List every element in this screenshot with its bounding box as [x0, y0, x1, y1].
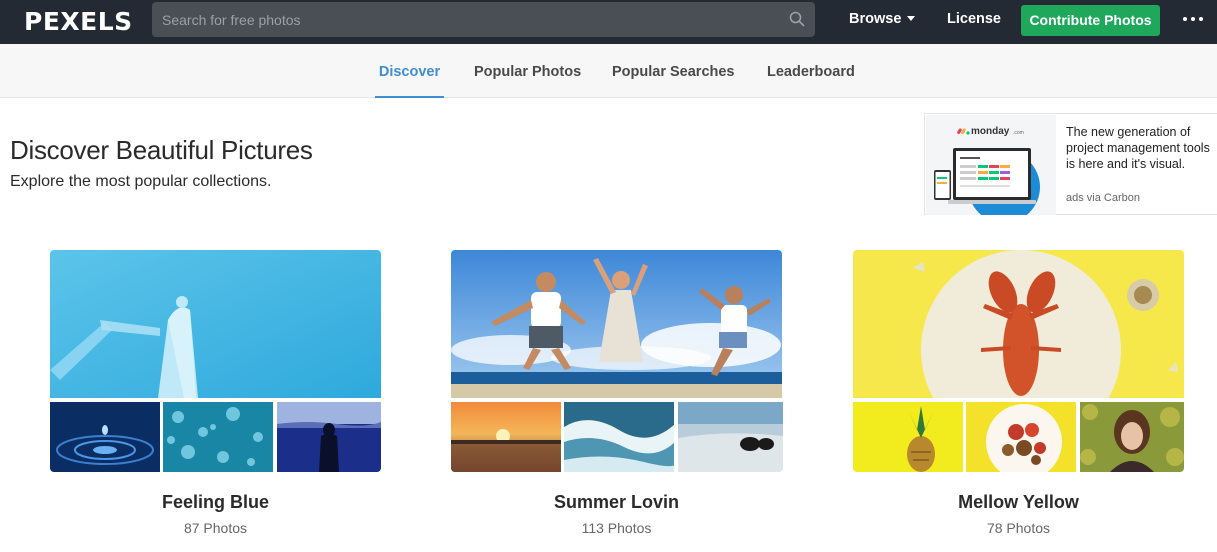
- collection-thumb[interactable]: [853, 402, 963, 472]
- collection-thumb[interactable]: [564, 402, 674, 472]
- tab-popular-photos[interactable]: Popular Photos: [474, 44, 581, 98]
- svg-text:.com: .com: [1013, 130, 1024, 136]
- search-input[interactable]: [152, 2, 782, 37]
- collection-cover-image[interactable]: [853, 250, 1184, 398]
- collection-thumb[interactable]: [678, 402, 783, 472]
- search-icon[interactable]: [789, 11, 805, 27]
- collection-thumb[interactable]: [451, 402, 561, 472]
- ad-image[interactable]: monday .com: [926, 115, 1056, 215]
- page-subtitle: Explore the most popular collections.: [10, 173, 272, 190]
- collection-thumb[interactable]: [50, 402, 160, 472]
- collection-thumb[interactable]: [1080, 402, 1184, 472]
- search-bar[interactable]: [152, 2, 815, 37]
- page-title: Discover Beautiful Pictures: [10, 135, 313, 165]
- collection-count: 113 Photos: [581, 520, 652, 536]
- collection-cover-image[interactable]: [451, 250, 782, 398]
- top-navbar: PEXELS Browse License Contribute Photos: [0, 0, 1217, 44]
- ad-text[interactable]: The new generation of project management…: [1066, 124, 1217, 172]
- license-link[interactable]: License: [947, 11, 1001, 27]
- collection-count: 87 Photos: [183, 520, 248, 536]
- tab-popular-searches[interactable]: Popular Searches: [612, 44, 735, 98]
- collection-cover-image[interactable]: [50, 250, 381, 398]
- sub-navigation: Discover Popular Photos Popular Searches…: [0, 44, 1217, 98]
- ad-brand-logo: monday: [971, 126, 1010, 137]
- collection-count: 78 Photos: [986, 520, 1051, 536]
- carbon-ad[interactable]: monday .com The new generation of projec…: [924, 113, 1217, 215]
- browse-label: Browse: [849, 11, 902, 27]
- browse-menu[interactable]: Browse: [849, 11, 916, 27]
- collection-title[interactable]: Feeling Blue: [50, 492, 381, 513]
- tab-discover[interactable]: Discover: [375, 44, 444, 98]
- collection-thumb[interactable]: [277, 402, 381, 472]
- collection-title[interactable]: Mellow Yellow: [853, 492, 1184, 513]
- collection-title[interactable]: Summer Lovin: [451, 492, 782, 513]
- contribute-photos-button[interactable]: Contribute Photos: [1021, 5, 1160, 36]
- ad-via-carbon[interactable]: ads via Carbon: [1066, 192, 1140, 204]
- pexels-logo[interactable]: PEXELS: [24, 7, 133, 36]
- chevron-down-icon: [907, 15, 916, 21]
- collection-thumb[interactable]: [966, 402, 1076, 472]
- more-options-icon[interactable]: [1183, 17, 1205, 23]
- tab-leaderboard[interactable]: Leaderboard: [767, 44, 855, 98]
- collection-thumb[interactable]: [163, 402, 273, 472]
